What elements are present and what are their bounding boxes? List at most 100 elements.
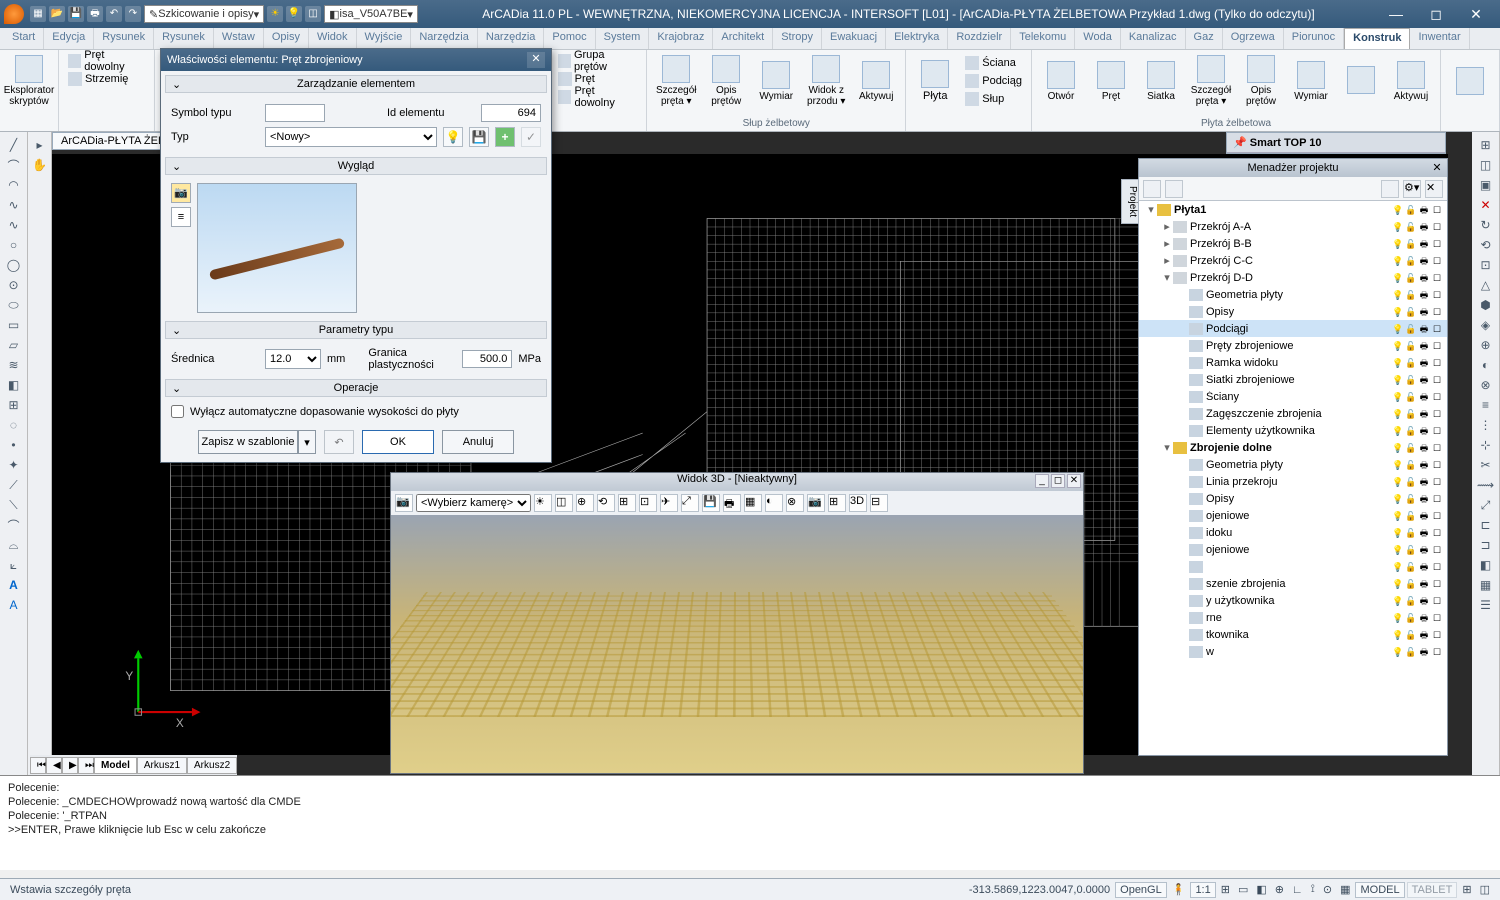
status-icon[interactable]: ⊞ [1458,883,1475,896]
tool-icon[interactable]: ⌒ [4,516,24,534]
preview-layers-icon[interactable]: ≡ [171,207,191,227]
auto-height-checkbox[interactable] [171,405,184,418]
dialog-close-icon[interactable]: ✕ [527,52,545,68]
tool-icon[interactable]: ⊗ [1476,376,1496,394]
tool-icon[interactable]: ⬢ [1476,296,1496,314]
ribbon-tab-woda[interactable]: Woda [1075,28,1121,49]
v3d-tool-icon[interactable]: ⤢ [681,494,699,512]
qat-save-icon[interactable]: 💾 [68,6,84,22]
tab-sheet1[interactable]: Arkusz1 [137,757,187,774]
pm-tree-row[interactable]: Ściany💡🔓🖶☐ [1139,388,1447,405]
status-scale[interactable]: 1:1 [1190,882,1215,898]
type-bulb-icon[interactable]: 💡 [443,127,463,147]
v3d-tool-icon[interactable]: 3D [849,494,867,512]
ribbon-tab-pomoc[interactable]: Pomoc [544,28,595,49]
yield-input[interactable] [462,350,512,368]
ribbon-extra-button[interactable] [1447,52,1493,110]
status-icon[interactable]: ⊙ [1319,883,1336,896]
ribbon-button[interactable]: Wymiar [1288,52,1334,110]
pm-tree-row[interactable]: Zagęszczenie zbrojenia💡🔓🖶☐ [1139,405,1447,422]
status-icon[interactable]: ◫ [1476,883,1494,896]
save-template-dropdown[interactable]: ▾ [298,430,316,454]
view3d-max-icon[interactable]: ◻ [1051,474,1065,488]
tool-icon[interactable]: ≡ [1476,396,1496,414]
type-check-icon[interactable]: ✓ [521,127,541,147]
tab-nav-last[interactable]: ⏭ [78,757,94,774]
tool-icon[interactable]: ○ [4,236,24,254]
tool-icon[interactable]: ⟿ [1476,476,1496,494]
tool-icon[interactable]: ⊹ [1476,436,1496,454]
stirrup-button[interactable]: Strzemię [65,70,148,88]
column-button[interactable]: Słup [962,90,1025,108]
v3d-tool-icon[interactable]: ⟲ [597,494,615,512]
qat-redo-icon[interactable]: ↷ [125,6,141,22]
tool-icon[interactable]: ◐ [1476,356,1496,374]
pm-close-icon[interactable]: ✕ [1430,161,1444,174]
layer-dropdown[interactable]: ◧ isa_V50A7BE ▾ [324,5,418,23]
status-icon[interactable]: ⟟ [1307,883,1319,896]
type-add-icon[interactable]: + [495,127,515,147]
tool-icon[interactable]: ⟋ [4,476,24,494]
v3d-tool-icon[interactable]: ⊞ [828,494,846,512]
tool-icon[interactable]: ◯ [4,256,24,274]
v3d-tool-icon[interactable]: 📷 [807,494,825,512]
ribbon-button[interactable]: Opis prętów [703,52,749,110]
document-tab[interactable]: ArCADia-PŁYTA ŻEL [52,132,173,150]
pm-tree[interactable]: ▾Płyta1💡🔓🖶☐▸Przekrój A-A💡🔓🖶☐▸Przekrój B-… [1139,201,1447,755]
ribbon-tab-widok[interactable]: Widok [309,28,357,49]
tool-icon[interactable]: ⤢ [1476,496,1496,514]
ribbon-tab-elektryka[interactable]: Elektryka [886,28,948,49]
ribbon-button[interactable]: Otwór [1038,52,1084,110]
pm-tree-row[interactable]: idoku💡🔓🖶☐ [1139,524,1447,541]
tool-icon[interactable]: ↻ [1476,216,1496,234]
status-icon[interactable]: ◧ [1252,883,1270,896]
tool-icon[interactable]: ⋮ [1476,416,1496,434]
cancel-button[interactable]: Anuluj [442,430,514,454]
pm-side-tab-project[interactable]: Projekt [1121,179,1139,224]
pm-tree-row[interactable]: w💡🔓🖶☐ [1139,643,1447,660]
qat-open-icon[interactable]: 📂 [49,6,65,22]
view3d-scene[interactable] [391,515,1083,773]
type-select[interactable]: <Nowy> [265,127,437,147]
v3d-tool-icon[interactable]: ⊗ [786,494,804,512]
undo-button[interactable]: ↶ [324,430,354,454]
ribbon-tab-konstruk[interactable]: Konstruk [1344,28,1410,49]
ribbon-button[interactable]: Szczegół pręta ▾ [653,52,699,110]
pm-tree-row[interactable]: Opisy💡🔓🖶☐ [1139,303,1447,320]
element-id-input[interactable] [481,104,541,122]
pm-tree-row[interactable]: rne💡🔓🖶☐ [1139,609,1447,626]
pm-tree-row[interactable]: ojeniowe💡🔓🖶☐ [1139,507,1447,524]
pm-close-icon[interactable]: ✕ [1425,180,1443,198]
ribbon-tab-rozdzielr[interactable]: Rozdzielr [948,28,1011,49]
pm-tree-row[interactable]: ojeniowe💡🔓🖶☐ [1139,541,1447,558]
pm-tree-row[interactable]: Geometria płyty💡🔓🖶☐ [1139,286,1447,303]
tool-icon[interactable]: ◈ [1476,316,1496,334]
ribbon-tab-wyjście[interactable]: Wyjście [357,28,412,49]
qat-misc-icon[interactable]: ◫ [305,6,321,22]
tool-icon[interactable]: ⊡ [1476,256,1496,274]
tab-nav-first[interactable]: ⏮ [30,757,46,774]
pm-tree-row[interactable]: Podciągi💡🔓🖶☐ [1139,320,1447,337]
pm-tree-row[interactable]: Siatki zbrojeniowe💡🔓🖶☐ [1139,371,1447,388]
tool-line-icon[interactable]: ╱ [4,136,24,154]
tool-icon[interactable]: ⊕ [1476,336,1496,354]
qat-bulb-icon[interactable]: 💡 [286,6,302,22]
status-icon[interactable]: ∟ [1288,884,1307,896]
status-tablet[interactable]: TABLET [1407,882,1458,898]
tool-pan-icon[interactable]: ✋ [30,156,50,174]
status-icon[interactable]: ▭ [1234,883,1252,896]
rebar-any2-button[interactable]: Pręt dowolny [555,88,641,106]
tool-icon[interactable]: ☰ [1476,596,1496,614]
ribbon-tab-narzędzia[interactable]: Narzędzia [478,28,545,49]
preview-camera-icon[interactable]: 📷 [171,183,191,203]
status-render[interactable]: OpenGL [1115,882,1167,898]
pm-tool-icon[interactable] [1143,180,1161,198]
diameter-select[interactable]: 12.0 [265,349,321,369]
tool-icon[interactable]: ⊞ [4,396,24,414]
type-save-icon[interactable]: 💾 [469,127,489,147]
ribbon-tab-stropy[interactable]: Stropy [773,28,822,49]
ribbon-tab-ogrzewa[interactable]: Ogrzewa [1223,28,1284,49]
v3d-tool-icon[interactable]: ☀ [534,494,552,512]
tool-icon[interactable]: ◧ [4,376,24,394]
ribbon-tab-start[interactable]: Start [4,28,44,49]
